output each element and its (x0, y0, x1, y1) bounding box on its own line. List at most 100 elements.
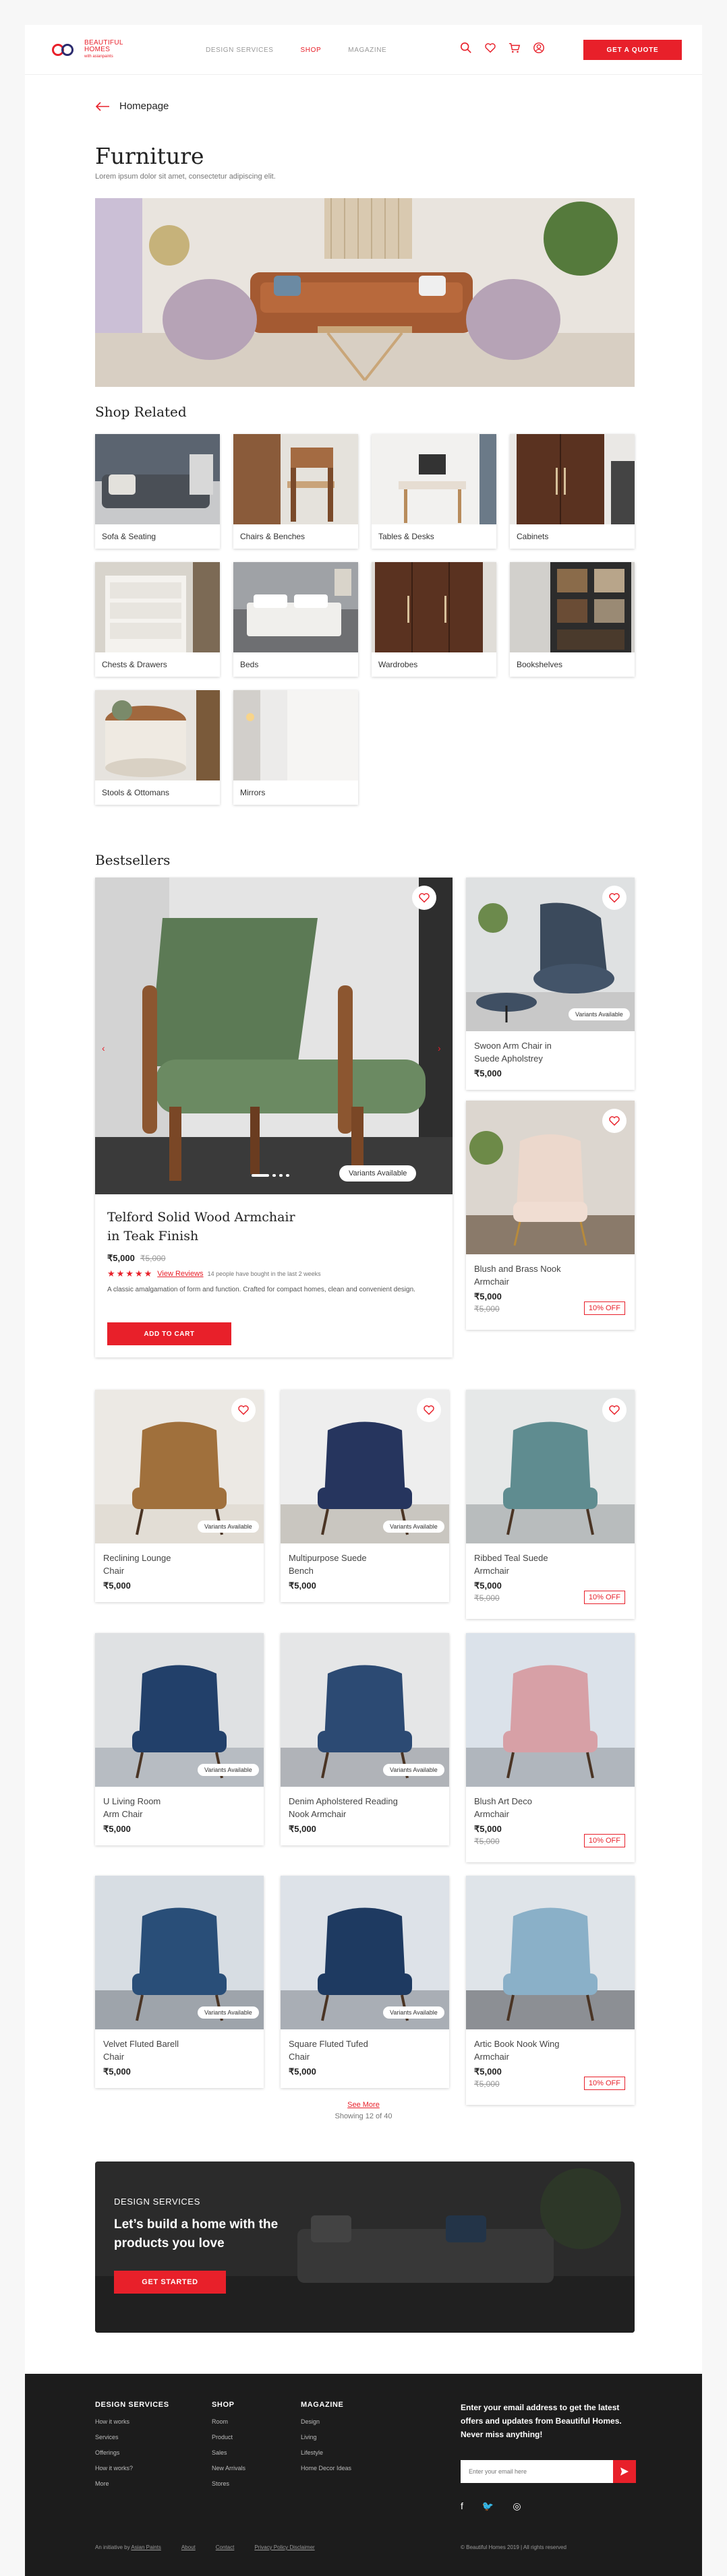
category-image (95, 562, 220, 652)
cart-icon[interactable] (508, 42, 521, 54)
footer-link[interactable]: How it works (95, 2418, 169, 2425)
get-a-quote-button[interactable]: GET A QUOTE (583, 40, 682, 60)
asian-paints-link[interactable]: Asian Paints (131, 2544, 161, 2550)
footer-link[interactable]: How it works? (95, 2465, 169, 2472)
carousel-next-icon[interactable]: › (438, 1043, 441, 1053)
footer-link[interactable]: Design (301, 2418, 351, 2425)
footer-link[interactable]: Product (212, 2434, 245, 2441)
variants-badge[interactable]: Variants Available (198, 1521, 259, 1533)
product-card[interactable]: Variants Available Multipurpose Suede Benc… (281, 1390, 449, 1602)
view-reviews-link[interactable]: View Reviews (157, 1270, 203, 1278)
category-card[interactable]: Mirrors (233, 690, 358, 805)
twitter-icon[interactable]: 🐦 (482, 2501, 494, 2512)
variants-badge[interactable]: Variants Available (198, 2006, 259, 2019)
nav-shop[interactable]: SHOP (301, 47, 322, 54)
wishlist-button[interactable] (602, 1398, 627, 1422)
wishlist-button[interactable] (231, 1398, 256, 1422)
product-card[interactable]: Ribbed Teal Suede Armchair ₹5,000 ₹5,000 10%… (466, 1390, 635, 1619)
wishlist-button[interactable] (602, 1109, 627, 1133)
bought-note: 14 people have bought in the last 2 week… (207, 1270, 321, 1277)
product-card[interactable]: Artic Book Nook Wing Armchair ₹5,000 ₹5,000… (466, 1876, 635, 2105)
product-name-line2: in Teak Finish (107, 1229, 199, 1244)
category-card[interactable]: Bookshelves (510, 562, 635, 677)
wishlist-button[interactable] (412, 886, 436, 910)
footer-bottom-links: An initiative by Asian Paints About Cont… (95, 2544, 315, 2550)
instagram-icon[interactable]: ◎ (513, 2501, 521, 2512)
carousel-dot[interactable] (252, 1174, 269, 1177)
category-card[interactable]: Beds (233, 562, 358, 677)
category-image (372, 562, 496, 652)
footer-link[interactable]: More (95, 2480, 169, 2487)
discount-badge: 10% OFF (583, 1834, 625, 1847)
category-card[interactable]: Tables & Desks (372, 434, 496, 549)
product-card[interactable]: Variants Available Velvet Fluted Barell Ch… (95, 1876, 264, 2088)
product-description: A classic amalgamation of form and funct… (107, 1286, 415, 1293)
product-card[interactable]: Blush Art Deco Armchair ₹5,000 ₹5,000 10% OF… (466, 1633, 635, 1862)
footer-link[interactable]: New Arrivals (212, 2465, 245, 2472)
product-name-line1: Square Fluted Tufed (289, 2039, 368, 2049)
variants-badge[interactable]: Variants Available (383, 1521, 444, 1533)
footer-link[interactable]: Offerings (95, 2449, 169, 2456)
see-more-link[interactable]: See More (25, 2101, 702, 2109)
product-card[interactable]: Variants Available U Living Room Arm Chair… (95, 1633, 264, 1845)
email-input[interactable] (461, 2460, 613, 2483)
variants-badge[interactable]: Variants Available (198, 1764, 259, 1776)
shop-related-title: Shop Related (95, 404, 187, 420)
product-image (466, 1633, 635, 1787)
discount-badge: 10% OFF (583, 2077, 625, 2090)
featured-product-card[interactable]: ‹ › Variants Available Telford Solid Woo… (95, 878, 453, 1357)
add-to-cart-button[interactable]: ADD TO CART (107, 1322, 231, 1345)
carousel-prev-icon[interactable]: ‹ (102, 1043, 105, 1053)
carousel-dot[interactable] (286, 1174, 289, 1177)
footer-link[interactable]: Lifestyle (301, 2449, 351, 2456)
heart-icon[interactable] (484, 42, 496, 54)
product-card[interactable]: Variants Available Denim Apholstered Read… (281, 1633, 449, 1845)
variants-badge[interactable]: Variants Available (383, 2006, 444, 2019)
privacy-link[interactable]: Privacy Policy Disclaimer (254, 2544, 314, 2550)
get-started-button[interactable]: GET STARTED (114, 2271, 226, 2294)
carousel-dots[interactable] (252, 1174, 289, 1177)
facebook-icon[interactable]: f (461, 2501, 463, 2512)
variants-badge[interactable]: Variants Available (569, 1008, 630, 1020)
footer-link[interactable]: Sales (212, 2449, 245, 2456)
contact-link[interactable]: Contact (216, 2544, 235, 2550)
product-name-line1: Swoon Arm Chair in (474, 1041, 552, 1051)
site-footer: DESIGN SERVICES How it works Services Of… (25, 2374, 702, 2576)
logo[interactable]: BEAUTIFUL HOMES with asianpaints (51, 38, 123, 61)
category-card[interactable]: Chairs & Benches (233, 434, 358, 549)
category-card[interactable]: Stools & Ottomans (95, 690, 220, 805)
footer-link[interactable]: Room (212, 2418, 245, 2425)
search-icon[interactable] (460, 42, 472, 54)
subscribe-button[interactable] (613, 2460, 636, 2483)
product-card[interactable]: Variants Available Square Fluted Tufed Cha… (281, 1876, 449, 2088)
footer-link[interactable]: Services (95, 2434, 169, 2441)
breadcrumb[interactable]: Homepage (95, 100, 169, 112)
category-image (372, 434, 496, 524)
category-card[interactable]: Sofa & Seating (95, 434, 220, 549)
about-link[interactable]: About (181, 2544, 196, 2550)
variants-badge[interactable]: Variants Available (339, 1165, 417, 1182)
product-price: ₹5,000 (474, 1581, 502, 1591)
product-name-line1: Denim Apholstered Reading (289, 1796, 398, 1806)
variants-badge[interactable]: Variants Available (383, 1764, 444, 1776)
carousel-dot[interactable] (279, 1174, 283, 1177)
nav-magazine[interactable]: MAGAZINE (348, 47, 386, 54)
footer-link[interactable]: Home Decor Ideas (301, 2465, 351, 2472)
user-icon[interactable] (533, 42, 545, 54)
footer-link[interactable]: Living (301, 2434, 351, 2441)
product-card[interactable]: Blush and Brass Nook Armchair ₹5,000 ₹5,0… (466, 1101, 635, 1330)
category-card[interactable]: Wardrobes (372, 562, 496, 677)
product-card[interactable]: Variants Available Swoon Arm Chair in Sue… (466, 878, 635, 1090)
nav-design-services[interactable]: DESIGN SERVICES (206, 47, 274, 54)
wishlist-button[interactable] (602, 886, 627, 910)
category-image (95, 690, 220, 780)
send-arrow-icon (620, 2467, 629, 2476)
carousel-dot[interactable] (272, 1174, 276, 1177)
product-price: ₹5,000 (289, 2066, 316, 2077)
footer-column-title: MAGAZINE (301, 2401, 344, 2409)
category-card[interactable]: Chests & Drawers (95, 562, 220, 677)
wishlist-button[interactable] (417, 1398, 441, 1422)
footer-link[interactable]: Stores (212, 2480, 245, 2487)
product-card[interactable]: Variants Available Reclining Lounge Chair ₹… (95, 1390, 264, 1602)
category-card[interactable]: Cabinets (510, 434, 635, 549)
